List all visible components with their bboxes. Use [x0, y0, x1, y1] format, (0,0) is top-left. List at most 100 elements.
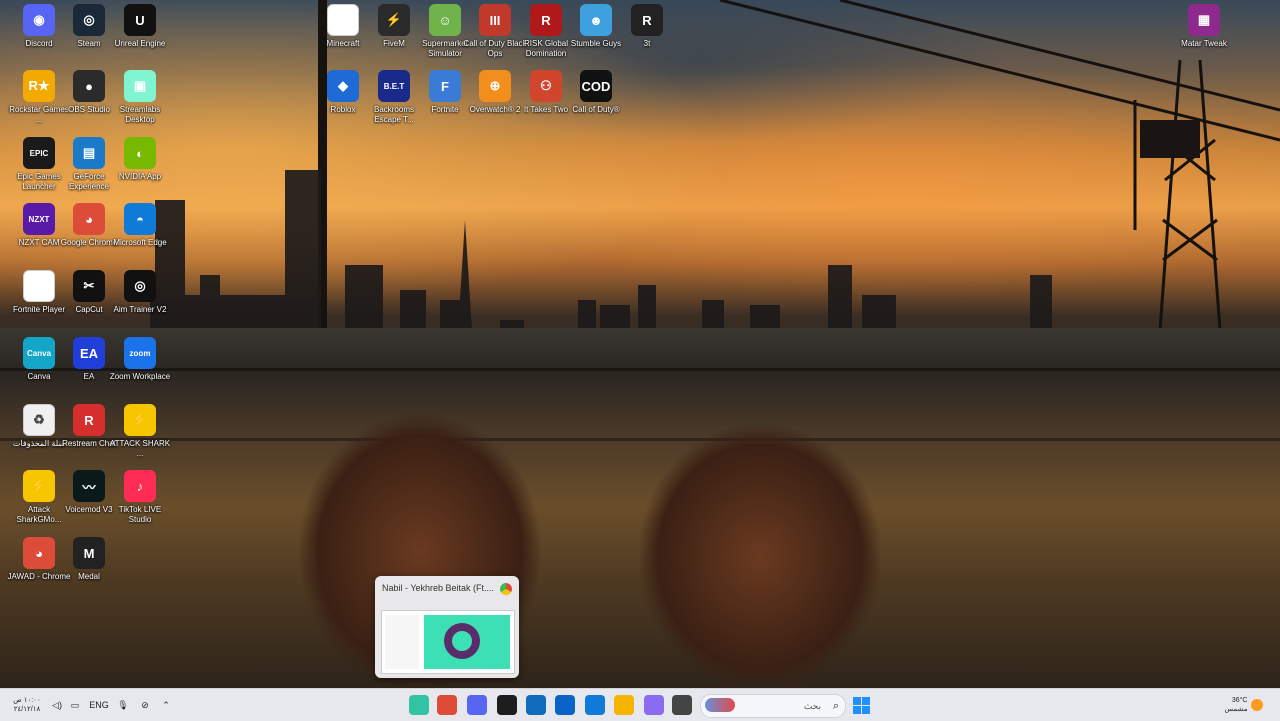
roblox-icon: ◆: [327, 70, 359, 102]
desktop-icon-matar-tweak[interactable]: ▦ Matar Tweak: [1172, 4, 1236, 68]
taskbar-edge-button[interactable]: [584, 694, 606, 716]
clock[interactable]: ١٠:٠٠ ص ٢٤/١٢/١٨: [10, 694, 44, 716]
wallpaper-figure-right: [640, 425, 880, 688]
call-of-duty-black-ops-icon: III: [479, 4, 511, 36]
item-icon: ♻: [23, 404, 55, 436]
risk-global-domination-icon: R: [530, 4, 562, 36]
canva-icon: Canva: [23, 337, 55, 369]
fivem-icon: [497, 695, 517, 715]
weather-widget[interactable]: 36°C مشمس: [1214, 694, 1274, 716]
desktop-icon-label: Microsoft Edge: [113, 238, 167, 247]
voicemod-v3-icon: 〰: [73, 470, 105, 502]
desktop-icon-aim-trainer-v2[interactable]: ◎ Aim Trainer V2: [108, 270, 172, 334]
desktop-icon-label: TikTok LIVE Studio: [118, 505, 162, 524]
capcut-icon: ✂: [73, 270, 105, 302]
call-of-duty-icon: COD: [580, 70, 612, 102]
search-highlight: [705, 698, 735, 712]
desktop-icon-3t[interactable]: R 3t: [615, 4, 679, 68]
taskbar-thumbnail-preview[interactable]: Nabil - Yekhreb Beitak (Ft....: [375, 576, 519, 678]
desktop-icon-label: Call of Duty®: [572, 105, 620, 114]
fivem-icon: ⚡: [378, 4, 410, 36]
copilot-icon: [644, 695, 664, 715]
fortnite-icon: F: [429, 70, 461, 102]
taskbar-store-button[interactable]: [525, 694, 547, 716]
medal-icon: M: [73, 537, 105, 569]
steam-icon: ◎: [73, 4, 105, 36]
volume-icon[interactable]: ◁): [50, 694, 64, 716]
desktop-icon-nvidia-app[interactable]: ◐ NVIDIA App: [108, 137, 172, 201]
discord-icon: [467, 695, 487, 715]
preview-title: Nabil - Yekhreb Beitak (Ft....: [382, 583, 494, 593]
desktop-icon-unreal-engine[interactable]: U Unreal Engine: [108, 4, 172, 68]
taskbar-fivem-button[interactable]: [496, 694, 518, 716]
sun-icon: [1251, 699, 1264, 711]
restream-chat-icon: R: [73, 404, 105, 436]
jawad-chrome-icon: ◕: [23, 537, 55, 569]
chrome-icon: [500, 583, 512, 595]
streamlabs-icon: [409, 695, 429, 715]
tiktok-live-studio-icon: ♪: [124, 470, 156, 502]
taskbar-chrome-button[interactable]: [436, 694, 458, 716]
unreal-engine-icon: U: [124, 4, 156, 36]
3t-icon: R: [631, 4, 663, 36]
backrooms-escape-t-icon: B.E.T: [378, 70, 410, 102]
taskbar-outlook-button[interactable]: [554, 694, 576, 716]
desktop-icon-streamlabs-desktop[interactable]: ▣ Streamlabs Desktop: [108, 70, 172, 134]
desktop-icon-label: Matar Tweak: [1181, 39, 1227, 48]
desktop-icon-label: 3t: [643, 39, 651, 48]
desktop-icon-label: Aim Trainer V2: [113, 305, 167, 314]
taskbar-copilot-button[interactable]: [643, 694, 665, 716]
task-view-icon: [672, 695, 692, 715]
nvidia-app-icon: ◐: [124, 137, 156, 169]
clock-date: ٢٤/١٢/١٨: [13, 706, 41, 713]
desktop-icon-call-of-duty[interactable]: COD Call of Duty®: [564, 70, 628, 134]
stumble-guys-icon: ☻: [580, 4, 612, 36]
google-chrome-icon: ◕: [73, 203, 105, 235]
desktop-icon-label: ATTACK SHARK ...: [109, 439, 171, 458]
weather-temp: 36°C: [1231, 697, 1248, 704]
attack-shark-icon: ⚡: [124, 404, 156, 436]
start-button[interactable]: [850, 694, 872, 716]
desktop-icon-label: Zoom Workplace: [109, 372, 171, 381]
discord-icon: ◉: [23, 4, 55, 36]
zoom-workplace-icon: zoom: [124, 337, 156, 369]
microsoft-edge-icon: ◓: [124, 203, 156, 235]
fortnite-player-icon: [23, 270, 55, 302]
desktop-icon-attack-shark[interactable]: ⚡ ATTACK SHARK ...: [108, 404, 172, 468]
desktop-icon-microsoft-edge[interactable]: ◓ Microsoft Edge: [108, 203, 172, 267]
search-icon: ⌕: [832, 699, 839, 712]
network-icon[interactable]: ▭: [68, 694, 82, 716]
overwatch-2-icon: ⊕: [479, 70, 511, 102]
ea-icon: EA: [73, 337, 105, 369]
edge-icon: [585, 695, 605, 715]
chevron-up-icon[interactable]: ⌃: [160, 694, 172, 716]
taskbar: ١٠:٠٠ ص ٢٤/١٢/١٨ ◁) ▭ ENG 🎙 ⊘ ⌃ بحث ⌕ 36…: [0, 688, 1280, 721]
weather-desc: مشمس: [1224, 706, 1248, 713]
desktop-icon-label: Medal: [78, 572, 100, 581]
search-box[interactable]: بحث ⌕: [700, 694, 846, 718]
rockstar-games-icon: R★: [23, 70, 55, 102]
microphone-icon[interactable]: 🎙: [116, 694, 130, 716]
aim-trainer-v2-icon: ◎: [124, 270, 156, 302]
desktop: ◉ Discord ◎ Steam U Unreal Engine Minecraft ⚡ Fi…: [0, 0, 1280, 688]
taskbar-task-view-button[interactable]: [671, 694, 693, 716]
desktop-icon-label: Streamlabs Desktop: [119, 105, 161, 124]
search-placeholder: بحث: [803, 700, 821, 711]
outlook-icon: [555, 695, 575, 715]
taskbar-discord-button[interactable]: [466, 694, 488, 716]
streamlabs-desktop-icon: ▣: [124, 70, 156, 102]
desktop-icon-medal[interactable]: M Medal: [57, 537, 121, 601]
clock-time: ١٠:٠٠ ص: [13, 697, 41, 704]
desktop-icon-tiktok-live-studio[interactable]: ♪ TikTok LIVE Studio: [108, 470, 172, 534]
language-indicator[interactable]: ENG: [88, 694, 110, 716]
minecraft-icon: [327, 4, 359, 36]
windows-icon: [852, 696, 870, 714]
mute-icon[interactable]: ⊘: [138, 694, 152, 716]
file-explorer-icon: [614, 695, 634, 715]
matar-tweak-icon: ▦: [1188, 4, 1220, 36]
taskbar-file-explorer-button[interactable]: [613, 694, 635, 716]
taskbar-streamlabs-button[interactable]: [408, 694, 430, 716]
epic-games-launcher-icon: EPIC: [23, 137, 55, 169]
desktop-icon-zoom-workplace[interactable]: zoom Zoom Workplace: [108, 337, 172, 401]
chrome-icon: [437, 695, 457, 715]
